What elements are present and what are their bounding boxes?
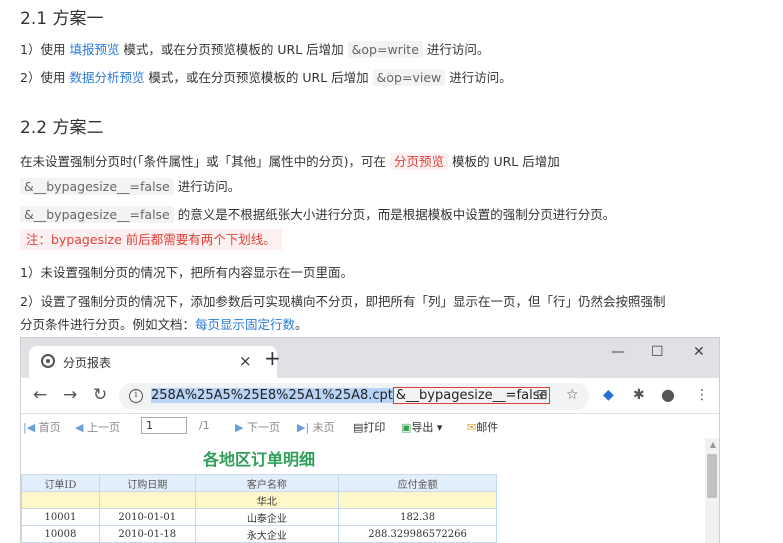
tab-title: 分页报表 bbox=[63, 356, 112, 370]
puzzle-icon[interactable]: ✱ bbox=[633, 387, 645, 403]
url-selected-part: 258A%25A5%25E8%25A1%25A8.cpt bbox=[151, 388, 393, 403]
option1-line2: 2）使用 数据分析预览 模式，或在分页预览模板的 URL 后增加 &op=vie… bbox=[20, 69, 512, 86]
table-header-row: 订单ID 订购日期 客户名称 应付金额 bbox=[21, 474, 497, 492]
cell-order-id: 10001 bbox=[21, 508, 100, 526]
url-param-highlight: &__bypagesize__=false bbox=[392, 387, 551, 404]
new-tab-icon[interactable]: + bbox=[264, 348, 281, 368]
mail-icon: ✉ bbox=[467, 421, 477, 434]
forward-arrow-icon[interactable]: → bbox=[63, 385, 77, 405]
link-fixed-rows-per-page[interactable]: 每页显示固定行数 bbox=[195, 317, 295, 332]
header-customer-name: 客户名称 bbox=[194, 474, 340, 492]
option2-p1b: &__bypagesize__=false 进行访问。 bbox=[20, 176, 240, 195]
url-text: 258A%25A5%25E8%25A1%25A8.cpt &__bypagesiz… bbox=[151, 387, 551, 404]
info-icon[interactable]: i bbox=[129, 389, 143, 403]
link-fill-preview[interactable]: 填报预览 bbox=[69, 42, 119, 57]
header-order-date: 订购日期 bbox=[98, 474, 196, 492]
bookmark-star-icon[interactable]: ☆ bbox=[566, 387, 579, 403]
report-title: 各地区订单明细 bbox=[202, 450, 315, 469]
last-page-button[interactable]: ▶| 末页 bbox=[297, 419, 335, 435]
prev-page-icon: ◀ bbox=[75, 421, 84, 434]
report-toolbar: |◀ 首页 ◀ 上一页 1 /1 ▶ 下一页 ▶| 末页 ▤打印 ▣导出 ▾ ✉… bbox=[21, 415, 719, 437]
code-op-view: &op=view bbox=[372, 69, 446, 86]
heading-2-2: 2.2 方案二 bbox=[20, 118, 104, 138]
address-bar: ← → ↻ i 258A%25A5%25E8%25A1%25A8.cpt &__b… bbox=[21, 378, 719, 414]
vertical-scrollbar[interactable]: ▲ bbox=[705, 438, 719, 543]
cell-amount-due: 182.38 bbox=[338, 508, 497, 526]
cell-customer-name: 山泰企业 bbox=[194, 508, 340, 526]
code-bypagesize-2: &__bypagesize__=false bbox=[20, 206, 174, 223]
code-op-write: &op=write bbox=[347, 41, 423, 58]
close-window-icon[interactable]: ✕ bbox=[693, 344, 705, 360]
dropdown-caret-icon: ▾ bbox=[436, 421, 443, 434]
first-page-icon: |◀ bbox=[23, 421, 36, 434]
browser-screenshot: 分页报表 × + — ☐ ✕ ← → ↻ i 258A%25A5%25E8%25… bbox=[20, 337, 720, 543]
region-row: 华北 bbox=[21, 491, 497, 509]
header-order-id: 订单ID bbox=[21, 474, 100, 492]
table-row: 10008 2010-01-18 永大企业 288.329986572266 bbox=[21, 525, 497, 543]
print-button[interactable]: ▤打印 bbox=[353, 419, 385, 435]
cell-order-date: 2010-01-01 bbox=[98, 508, 196, 526]
cell-customer-name: 永大企业 bbox=[194, 525, 340, 543]
option2-p3: 1）未设置强制分页的情况下，把所有内容显示在一页里面。 bbox=[20, 265, 353, 280]
cell-order-date: 2010-01-18 bbox=[98, 525, 196, 543]
region-cell: 华北 bbox=[194, 491, 340, 509]
qr-code-icon[interactable]: ⊞ bbox=[536, 387, 548, 403]
scroll-up-arrow-icon[interactable]: ▲ bbox=[710, 440, 716, 449]
table-row: 10001 2010-01-01 山泰企业 182.38 bbox=[21, 508, 497, 526]
printer-icon: ▤ bbox=[353, 421, 364, 434]
reload-icon[interactable]: ↻ bbox=[93, 385, 107, 405]
report-table: 订单ID 订购日期 客户名称 应付金额 华北 10001 2010-01-01 … bbox=[21, 474, 497, 543]
report-content: 各地区订单明细 订单ID 订购日期 客户名称 应付金额 华北 10001 201… bbox=[21, 438, 719, 543]
option2-p4b: 分页条件进行分页。例如文档：每页显示固定行数。 bbox=[20, 317, 308, 332]
cell-order-id: 10008 bbox=[21, 525, 100, 543]
prev-page-button[interactable]: ◀ 上一页 bbox=[75, 419, 120, 435]
tab-bar: 分页报表 × + — ☐ ✕ bbox=[21, 338, 719, 378]
next-page-icon: ▶ bbox=[235, 421, 244, 434]
url-input[interactable]: i 258A%25A5%25E8%25A1%25A8.cpt &__bypages… bbox=[119, 383, 589, 410]
minimize-icon[interactable]: — bbox=[611, 344, 625, 360]
option1-line1: 1）使用 填报预览 模式，或在分页预览模板的 URL 后增加 &op=write… bbox=[20, 41, 490, 58]
first-page-button[interactable]: |◀ 首页 bbox=[23, 419, 61, 435]
last-page-icon: ▶| bbox=[297, 421, 310, 434]
code-bypagesize: &__bypagesize__=false bbox=[20, 178, 174, 195]
next-page-button[interactable]: ▶ 下一页 bbox=[235, 419, 280, 435]
code-paging-preview: 分页预览 bbox=[389, 153, 448, 170]
tab-close-icon[interactable]: × bbox=[239, 352, 252, 370]
link-data-analysis-preview[interactable]: 数据分析预览 bbox=[69, 70, 144, 85]
scrollbar-thumb[interactable] bbox=[707, 454, 717, 498]
browser-tab[interactable]: 分页报表 × bbox=[29, 346, 277, 378]
export-button[interactable]: ▣导出 ▾ bbox=[401, 419, 442, 435]
cell-amount-due: 288.329986572266 bbox=[338, 525, 497, 543]
mail-button[interactable]: ✉邮件 bbox=[467, 419, 498, 435]
extension-icon[interactable]: ◆ bbox=[603, 387, 614, 403]
total-pages: /1 bbox=[199, 419, 210, 432]
heading-2-1: 2.1 方案一 bbox=[20, 9, 104, 29]
maximize-icon[interactable]: ☐ bbox=[651, 344, 664, 360]
page-number-input[interactable]: 1 bbox=[141, 417, 187, 434]
option2-p1: 在未设置强制分页时(「条件属性」或「其他」属性中的分页)，可在 分页预览 模板的… bbox=[20, 153, 560, 170]
globe-icon bbox=[41, 354, 55, 368]
option2-p4a: 2）设置了强制分页的情况下，添加参数后可实现横向不分页，即把所有「列」显示在一页… bbox=[20, 294, 666, 309]
profile-avatar-icon[interactable]: ● bbox=[661, 385, 675, 404]
back-arrow-icon[interactable]: ← bbox=[33, 385, 47, 405]
header-amount-due: 应付金额 bbox=[338, 474, 497, 492]
note-text: 注：bypagesize 前后都需要有两个下划线。 bbox=[20, 229, 282, 250]
export-icon: ▣ bbox=[401, 421, 412, 434]
menu-kebab-icon[interactable]: ⋮ bbox=[695, 387, 709, 403]
note-callout: 注：bypagesize 前后都需要有两个下划线。 bbox=[20, 229, 282, 250]
option2-p2: &__bypagesize__=false 的意义是不根据纸张大小进行分页，而是… bbox=[20, 204, 615, 223]
